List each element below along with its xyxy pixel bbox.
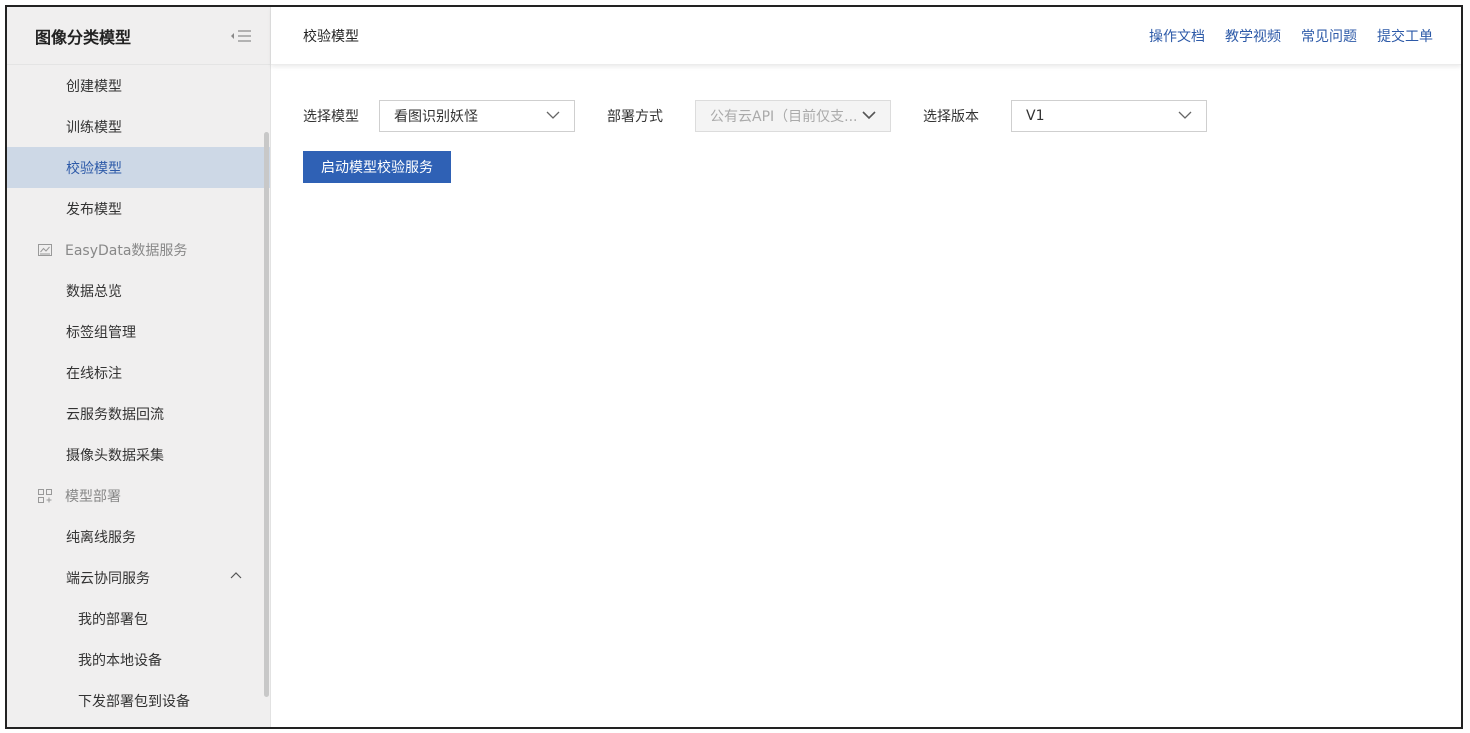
chart-icon xyxy=(37,242,53,258)
sidebar-item-label: 我的本地设备 xyxy=(78,652,162,669)
deploy-method-label: 部署方式 xyxy=(607,109,663,125)
start-validation-button[interactable]: 启动模型校验服务 xyxy=(303,151,451,183)
sidebar-item-label: 摄像头数据采集 xyxy=(66,447,164,464)
collapse-sidebar-icon[interactable] xyxy=(230,28,252,44)
sidebar-item-label: 在线标注 xyxy=(66,365,122,382)
link-operation-docs[interactable]: 操作文档 xyxy=(1149,26,1205,46)
sidebar-item-offline-service[interactable]: 纯离线服务 xyxy=(7,516,270,557)
sidebar-item-cloud-data-return[interactable]: 云服务数据回流 xyxy=(7,393,270,434)
help-links: 操作文档 教学视频 常见问题 提交工单 xyxy=(1149,26,1433,46)
sidebar-item-edge-cloud-service[interactable]: 端云协同服务 xyxy=(7,557,270,598)
chevron-up-icon[interactable] xyxy=(230,570,242,582)
sidebar-title: 图像分类模型 xyxy=(35,27,132,47)
model-select-label: 选择模型 xyxy=(303,109,359,125)
sidebar-item-label-groups[interactable]: 标签组管理 xyxy=(7,311,270,352)
sidebar-item-label: 端云协同服务 xyxy=(66,570,150,587)
sidebar-item-train-model[interactable]: 训练模型 xyxy=(7,106,270,147)
sidebar-scrollbar[interactable] xyxy=(264,132,269,697)
sidebar-item-camera-collection[interactable]: 摄像头数据采集 xyxy=(7,434,270,475)
model-select[interactable]: 看图识别妖怪 xyxy=(379,100,575,132)
sidebar-item-label: 发布模型 xyxy=(66,201,122,218)
sidebar-item-label: 创建模型 xyxy=(66,78,122,95)
app-window: 图像分类模型 创建模型 训练模型 校验模型 发布模型 EasyData数据服务 … xyxy=(5,5,1463,729)
sidebar-item-data-overview[interactable]: 数据总览 xyxy=(7,270,270,311)
form-row: 选择模型 看图识别妖怪 部署方式 公有云API（目前仅支... 选择版本 V1 xyxy=(303,99,1461,133)
link-faq[interactable]: 常见问题 xyxy=(1301,26,1357,46)
model-select-value: 看图识别妖怪 xyxy=(394,109,478,125)
link-tutorial-videos[interactable]: 教学视频 xyxy=(1225,26,1281,46)
sidebar-item-label: 纯离线服务 xyxy=(66,529,136,546)
sidebar-item-online-annotation[interactable]: 在线标注 xyxy=(7,352,270,393)
page-title: 校验模型 xyxy=(303,28,359,45)
deploy-icon xyxy=(37,488,53,504)
sidebar-group-label: 模型部署 xyxy=(65,488,121,505)
sidebar-item-validate-model[interactable]: 校验模型 xyxy=(7,147,270,188)
chevron-down-icon xyxy=(546,108,560,124)
sidebar-item-label: 校验模型 xyxy=(66,160,122,177)
link-submit-ticket[interactable]: 提交工单 xyxy=(1377,26,1433,46)
chevron-down-icon xyxy=(1178,108,1192,124)
sidebar-group-label: EasyData数据服务 xyxy=(65,242,188,259)
sidebar-item-push-package[interactable]: 下发部署包到设备 xyxy=(7,680,270,721)
deploy-method-select[interactable]: 公有云API（目前仅支... xyxy=(695,100,891,132)
sidebar: 图像分类模型 创建模型 训练模型 校验模型 发布模型 EasyData数据服务 … xyxy=(7,7,271,727)
sidebar-item-label: 下发部署包到设备 xyxy=(78,693,190,710)
sidebar-item-my-local-devices[interactable]: 我的本地设备 xyxy=(7,639,270,680)
sidebar-nav: 创建模型 训练模型 校验模型 发布模型 EasyData数据服务 数据总览 标签… xyxy=(7,65,270,721)
sidebar-header: 图像分类模型 xyxy=(7,7,270,65)
sidebar-group-easydata[interactable]: EasyData数据服务 xyxy=(7,229,270,270)
sidebar-item-publish-model[interactable]: 发布模型 xyxy=(7,188,270,229)
sidebar-item-label: 云服务数据回流 xyxy=(66,406,164,423)
version-select-value: V1 xyxy=(1026,108,1045,124)
top-bar: 校验模型 操作文档 教学视频 常见问题 提交工单 xyxy=(271,7,1461,65)
sidebar-item-label: 我的部署包 xyxy=(78,611,148,628)
sidebar-group-model-deploy[interactable]: 模型部署 xyxy=(7,475,270,516)
version-select-label: 选择版本 xyxy=(923,109,979,125)
main-content: 校验模型 操作文档 教学视频 常见问题 提交工单 选择模型 看图识别妖怪 部署方… xyxy=(271,7,1461,727)
sidebar-item-label: 训练模型 xyxy=(66,119,122,136)
version-select[interactable]: V1 xyxy=(1011,100,1207,132)
sidebar-item-label: 标签组管理 xyxy=(66,324,136,341)
validation-form: 选择模型 看图识别妖怪 部署方式 公有云API（目前仅支... 选择版本 V1 … xyxy=(271,65,1461,183)
deploy-method-value: 公有云API（目前仅支... xyxy=(710,109,858,125)
sidebar-item-create-model[interactable]: 创建模型 xyxy=(7,65,270,106)
sidebar-item-my-packages[interactable]: 我的部署包 xyxy=(7,598,270,639)
chevron-down-icon xyxy=(862,108,876,124)
sidebar-item-label: 数据总览 xyxy=(66,283,122,300)
